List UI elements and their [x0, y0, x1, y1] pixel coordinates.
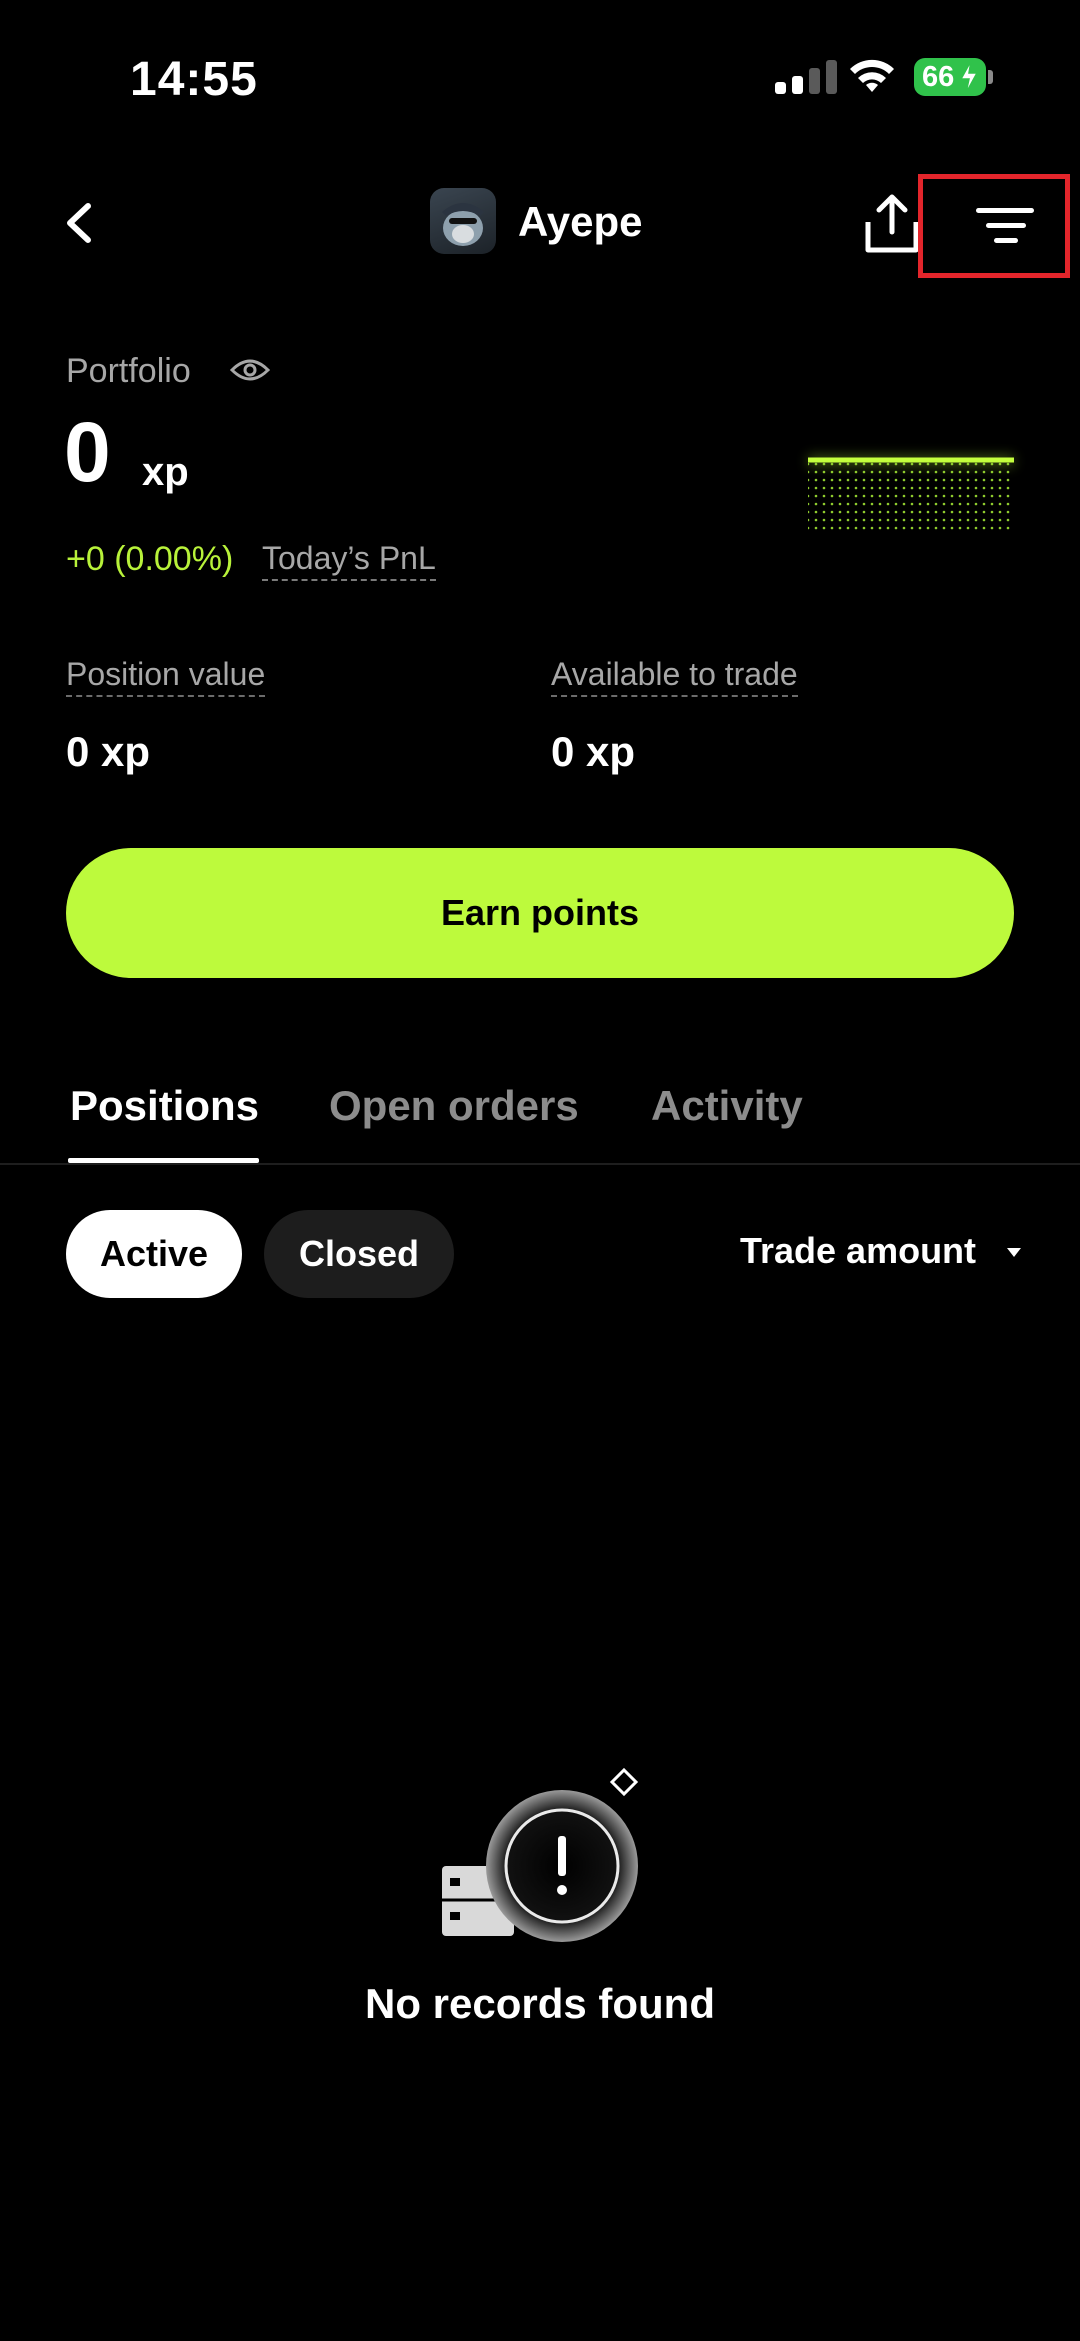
back-chevron-icon[interactable] — [60, 198, 100, 248]
position-value: 0 xp — [66, 728, 151, 775]
pnl-change: +0 (0.00%) — [66, 540, 234, 578]
status-time: 14:55 — [130, 53, 258, 106]
username: Ayepe — [518, 198, 643, 245]
wifi-icon — [850, 59, 894, 92]
portfolio-sparkline — [808, 456, 1014, 532]
tab-positions[interactable]: Positions — [70, 1082, 259, 1130]
caret-down-icon[interactable] — [1004, 1244, 1024, 1260]
charging-bolt-icon — [959, 60, 979, 94]
pnl-label[interactable]: Today’s PnL — [262, 540, 436, 581]
available-to-trade-label[interactable]: Available to trade — [551, 656, 798, 697]
filter-active-chip[interactable]: Active — [66, 1210, 242, 1298]
battery-cap — [988, 70, 993, 84]
portfolio-label: Portfolio — [66, 352, 191, 390]
position-value-label[interactable]: Position value — [66, 656, 266, 697]
tab-activity[interactable]: Activity — [651, 1082, 803, 1130]
tab-divider — [0, 1163, 1080, 1165]
share-icon[interactable] — [862, 192, 922, 256]
cellular-signal-icon — [775, 60, 837, 94]
sort-dropdown[interactable]: Trade amount — [740, 1230, 976, 1272]
portfolio-unit: xp — [142, 450, 189, 494]
portfolio-value: 0 — [64, 405, 111, 499]
tab-open-orders[interactable]: Open orders — [329, 1082, 579, 1130]
menu-icon[interactable] — [976, 206, 1034, 246]
available-to-trade-value: 0 xp — [551, 728, 636, 775]
avatar[interactable] — [430, 188, 496, 254]
empty-state-illustration — [442, 1767, 639, 1942]
battery-level: 66 — [922, 60, 955, 93]
earn-points-button[interactable]: Earn points — [66, 848, 1014, 978]
filter-closed-chip[interactable]: Closed — [264, 1210, 454, 1298]
empty-state-message: No records found — [364, 1980, 715, 2027]
eye-icon[interactable] — [230, 356, 270, 384]
